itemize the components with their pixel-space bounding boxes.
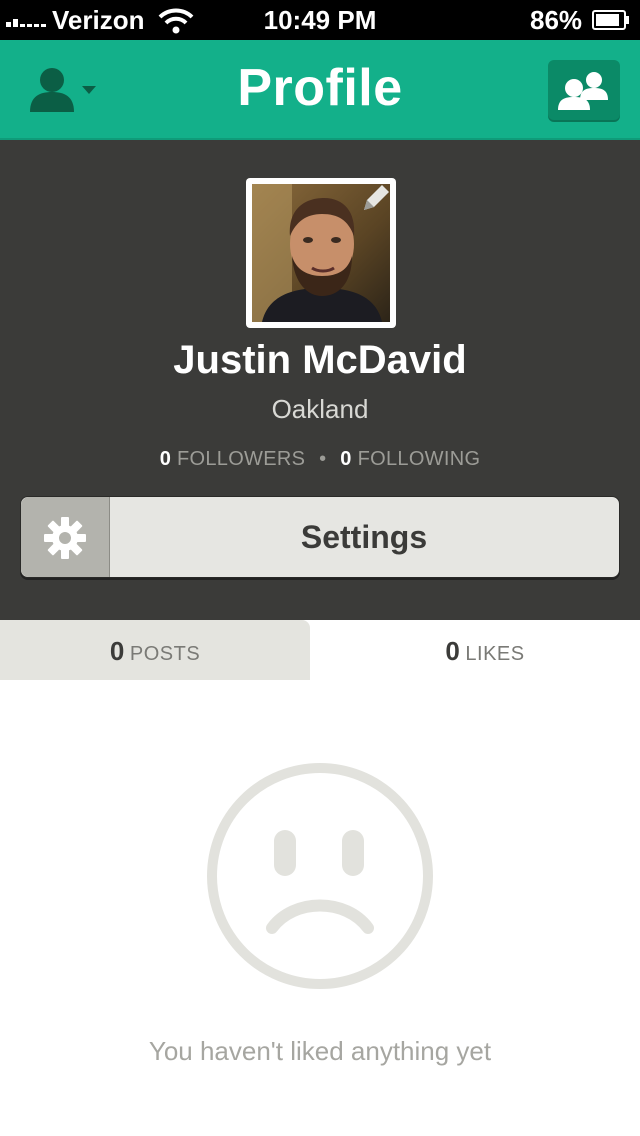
pencil-icon[interactable]	[358, 180, 394, 216]
posts-count: 0	[109, 636, 125, 666]
followers-label: FOLLOWERS	[176, 448, 306, 470]
friends-button[interactable]	[548, 60, 620, 122]
profile-section: Justin McDavid Oakland 0 FOLLOWERS • 0 F…	[0, 140, 640, 620]
page-title: Profile	[237, 59, 403, 117]
settings-icon-box	[21, 497, 110, 577]
battery-percent: 86%	[530, 5, 583, 35]
tab-likes[interactable]: 0 LIKES	[330, 620, 640, 680]
likes-count: 0	[445, 636, 460, 666]
settings-label: Settings	[300, 519, 428, 555]
following-count: 0	[340, 448, 352, 470]
status-bar: Verizon 10:49 PM 86%	[0, 0, 640, 40]
following-label: FOLLOWING	[357, 448, 481, 470]
sad-face-icon	[207, 763, 433, 989]
follow-stats: 0 FOLLOWERS • 0 FOLLOWING	[0, 448, 640, 471]
followers-link[interactable]: 0 FOLLOWERS	[160, 448, 306, 470]
settings-button[interactable]: Settings	[20, 496, 620, 578]
tab-posts[interactable]: 0 POSTS	[0, 620, 310, 680]
profile-name: Justin McDavid	[173, 338, 467, 382]
friends-icon	[558, 72, 608, 110]
likes-label: LIKES	[465, 643, 525, 665]
empty-state-message: You haven't liked anything yet	[148, 1036, 492, 1066]
stat-separator: •	[319, 448, 327, 470]
likes-content: You haven't liked anything yet	[0, 680, 640, 1136]
posts-label: POSTS	[129, 643, 201, 665]
profile-location: Oakland	[271, 394, 369, 424]
following-link[interactable]: 0 FOLLOWING	[340, 448, 480, 470]
battery-icon	[592, 10, 629, 30]
nav-header: Profile	[0, 40, 640, 140]
followers-count: 0	[159, 448, 172, 470]
gear-icon	[44, 517, 86, 559]
